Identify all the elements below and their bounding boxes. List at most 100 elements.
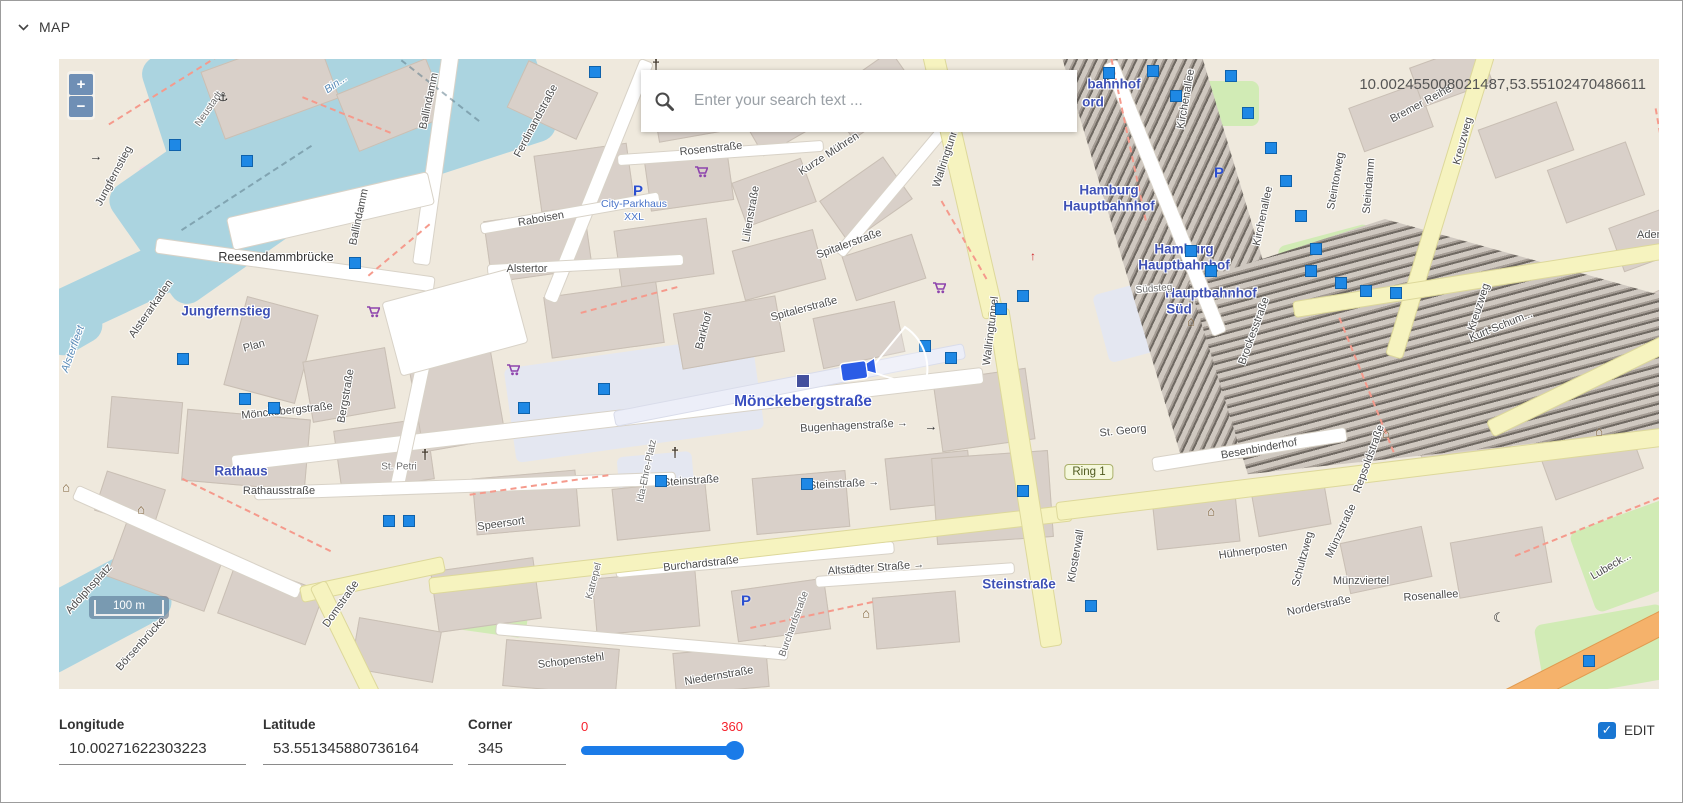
- building-block: [543, 281, 665, 358]
- poi-marker-square: [1017, 485, 1029, 497]
- parking-icon: P: [741, 593, 751, 610]
- corner-field: Corner: [468, 717, 566, 765]
- panel-header[interactable]: MAP: [17, 19, 71, 35]
- map-label: XXL: [624, 211, 644, 223]
- anchor-icon: ⚓: [218, 90, 229, 104]
- camera-marker[interactable]: [840, 358, 877, 382]
- poi-marker-square: [383, 515, 395, 527]
- poi-marker-square: [1242, 107, 1254, 119]
- poi-marker-square: [239, 393, 251, 405]
- map-label: Bugenhagenstraße →: [800, 417, 908, 435]
- edit-toggle[interactable]: ✓ EDIT: [1598, 722, 1655, 739]
- map-label: Hauptbahnhof: [1165, 286, 1256, 301]
- poi-marker-square: [518, 402, 530, 414]
- mosque-icon: ☾: [1493, 610, 1505, 626]
- map-panel: MAP JungfernstiegMönckebergstraßeRathaus…: [0, 0, 1683, 803]
- building-block: [1450, 526, 1552, 598]
- poi-marker-square: [1265, 142, 1277, 154]
- corner-label: Corner: [468, 717, 566, 732]
- zoom-in-button[interactable]: +: [69, 74, 93, 95]
- map-label: Steinstraße: [663, 473, 720, 489]
- poi-marker-square: [1310, 243, 1322, 255]
- map-label: Adenau: [1637, 229, 1659, 241]
- poi-marker-square: [1147, 65, 1159, 77]
- longitude-field: Longitude: [59, 717, 246, 765]
- corner-input[interactable]: [468, 737, 566, 765]
- building-block: [872, 590, 960, 649]
- map-label: Steinstraße →: [809, 476, 880, 492]
- oneway-arrow-red-icon: ↑: [1030, 249, 1036, 263]
- scale-label: 100 m: [94, 600, 164, 616]
- corner-slider: 0 360: [581, 719, 743, 761]
- scale-bar: 100 m: [89, 596, 169, 619]
- map-label: St. Petri: [381, 462, 417, 473]
- map-label: Münzviertel: [1333, 575, 1389, 587]
- map-label: St. Georg: [1099, 423, 1147, 440]
- map-label: Kurze Mühren: [797, 130, 861, 178]
- poi-marker-square: [268, 402, 280, 414]
- selected-marker-square: [796, 374, 810, 388]
- map-label: Rosenallee: [1403, 588, 1459, 604]
- map-label: Reesendammbrücke: [218, 250, 333, 264]
- building-block: [673, 295, 785, 369]
- shopping-cart-icon: [366, 305, 380, 321]
- oneway-arrow-icon: →: [925, 419, 938, 434]
- poi-marker-square: [1103, 67, 1115, 79]
- building-block: [731, 578, 831, 643]
- latitude-field: Latitude: [263, 717, 453, 765]
- zoom-controls: + −: [67, 71, 95, 120]
- map-label: Steindamm: [1361, 158, 1378, 214]
- map-label: Hamburg: [1079, 183, 1138, 198]
- building-block: [592, 570, 701, 636]
- poi-marker-square: [1017, 290, 1029, 302]
- shopping-cart-icon: [506, 363, 520, 379]
- poi-marker-square: [169, 139, 181, 151]
- landmark-icon: ⌂: [1207, 504, 1215, 519]
- map-label: Hühnerposten: [1218, 540, 1288, 562]
- map-label: ord: [1082, 95, 1104, 110]
- chevron-down-icon: [17, 23, 30, 32]
- map-label: Rathausstraße: [243, 485, 315, 497]
- poi-marker-square: [1225, 70, 1237, 82]
- poi-marker-square: [349, 257, 361, 269]
- map-label: Ring 1: [1064, 464, 1113, 480]
- slider-fill[interactable]: [581, 746, 734, 755]
- map-label: Rathaus: [214, 464, 267, 479]
- search-box[interactable]: [641, 70, 1077, 132]
- poi-marker-square: [598, 383, 610, 395]
- edit-checkbox[interactable]: ✓: [1598, 722, 1616, 739]
- poi-marker-square: [801, 478, 813, 490]
- map[interactable]: JungfernstiegMönckebergstraßeRathausStei…: [59, 59, 1659, 689]
- poi-marker-square: [177, 353, 189, 365]
- longitude-label: Longitude: [59, 717, 246, 732]
- map-label: Steinstraße: [982, 577, 1056, 592]
- map-label: Alstertor: [507, 263, 548, 275]
- poi-marker-square: [589, 66, 601, 78]
- slider-min-label: 0: [581, 719, 588, 734]
- latitude-input[interactable]: [263, 737, 453, 765]
- landmark-icon: ⌂: [62, 480, 70, 495]
- view-cone: [869, 327, 927, 389]
- poi-marker-square: [1280, 175, 1292, 187]
- shopping-cart-icon: [932, 281, 946, 297]
- slider-thumb[interactable]: [725, 741, 744, 760]
- poi-marker-square: [1170, 90, 1182, 102]
- poi-marker-square: [655, 475, 667, 487]
- poi-marker-square: [1360, 285, 1372, 297]
- poi-marker-square: [1390, 287, 1402, 299]
- poi-marker-square: [1295, 210, 1307, 222]
- search-input[interactable]: [692, 91, 1065, 111]
- zoom-out-button[interactable]: −: [69, 96, 93, 117]
- poi-marker-square: [1185, 245, 1197, 257]
- poi-marker-square: [1085, 600, 1097, 612]
- map-label: City-Parkhaus: [601, 198, 667, 210]
- landmark-icon: ⌂: [1595, 424, 1603, 439]
- cursor-coordinates: 10.002455008021487,53.55102470486611: [1359, 76, 1646, 93]
- longitude-input[interactable]: [59, 737, 246, 765]
- map-label: Schultzweg: [1290, 530, 1316, 587]
- building-block: [107, 396, 183, 454]
- landmark-icon: ⌂: [1187, 314, 1195, 329]
- poi-marker-square: [241, 155, 253, 167]
- vehicle-overlay: [829, 309, 939, 419]
- poi-marker-square: [403, 515, 415, 527]
